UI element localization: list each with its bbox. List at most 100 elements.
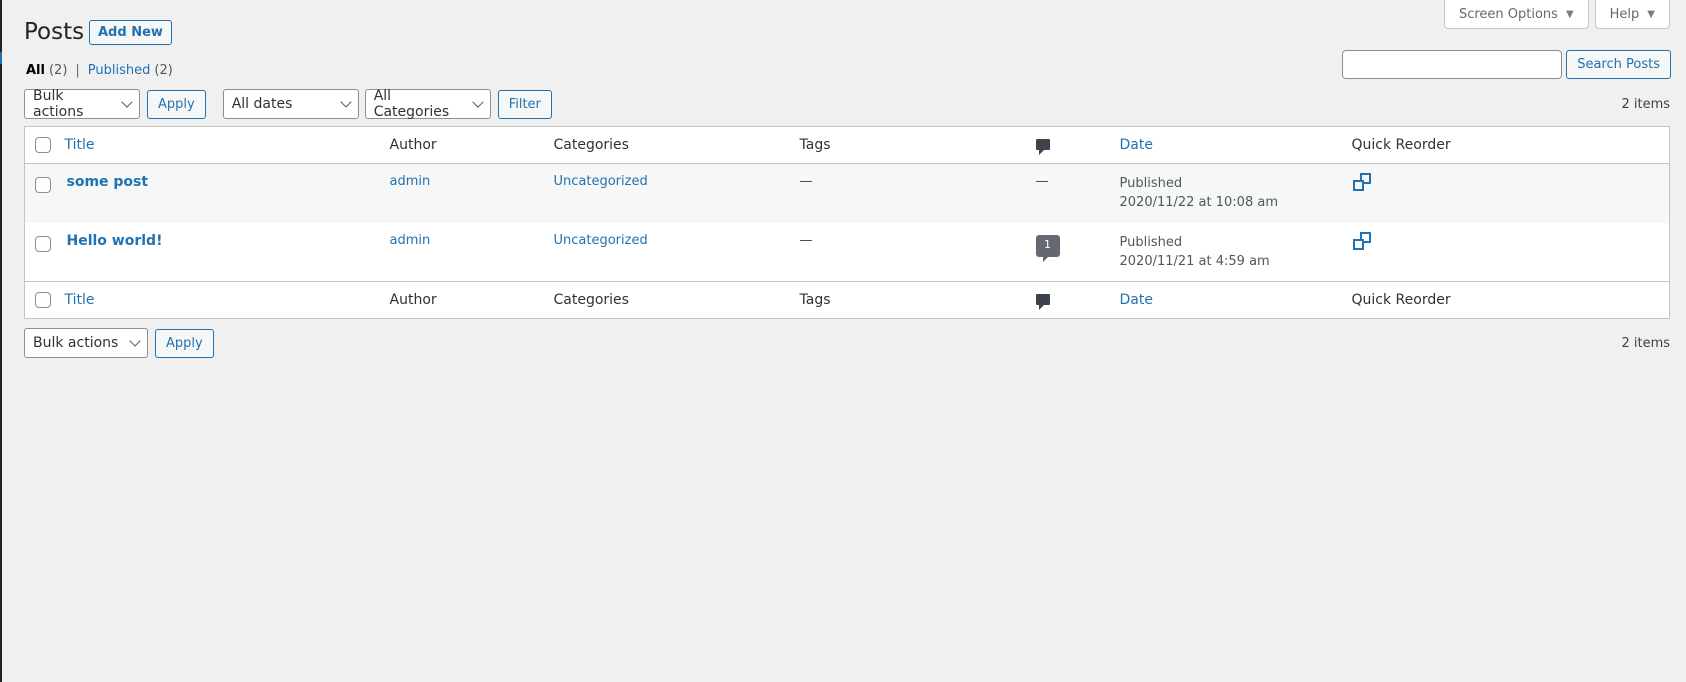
view-separator: | bbox=[75, 63, 80, 78]
row-author-cell: admin bbox=[390, 164, 554, 223]
screen-meta-links: Screen Options ▼ Help ▼ bbox=[1443, 0, 1670, 29]
column-date-footer[interactable]: Date bbox=[1120, 282, 1352, 319]
apply-button[interactable]: Apply bbox=[147, 89, 206, 119]
view-all-link[interactable]: All bbox=[26, 63, 45, 78]
column-quick-reorder: Quick Reorder bbox=[1351, 137, 1451, 153]
column-categories-footer: Categories bbox=[553, 292, 629, 308]
column-author-footer: Author bbox=[389, 292, 437, 308]
quick-reorder-icon[interactable] bbox=[1352, 172, 1372, 196]
chevron-down-icon bbox=[121, 96, 133, 108]
search-box: Search Posts bbox=[1342, 50, 1671, 79]
bulk-actions-select-bottom[interactable]: Bulk actions bbox=[24, 328, 148, 358]
items-count-bottom: 2 items bbox=[1621, 335, 1670, 351]
row-checkbox[interactable] bbox=[35, 177, 51, 193]
post-comments-value: — bbox=[1035, 174, 1049, 189]
bulk-actions-select[interactable]: Bulk actions bbox=[24, 88, 140, 120]
help-label: Help bbox=[1609, 6, 1640, 22]
row-checkbox[interactable] bbox=[35, 235, 51, 252]
search-posts-button[interactable]: Search Posts bbox=[1566, 50, 1671, 79]
apply-button-bottom[interactable]: Apply bbox=[155, 328, 214, 358]
column-date-footer-label[interactable]: Date bbox=[1120, 292, 1153, 308]
select-all-cell-footer bbox=[25, 282, 65, 319]
post-date: 2020/11/22 at 10:08 am bbox=[1119, 195, 1278, 210]
comment-count-bubble[interactable]: 1 bbox=[1035, 234, 1060, 262]
page-title: Posts bbox=[24, 19, 85, 45]
select-all-checkbox[interactable] bbox=[35, 137, 51, 153]
post-date: 2020/11/21 at 4:59 am bbox=[1119, 253, 1270, 269]
screen-options-button[interactable]: Screen Options ▼ bbox=[1443, 0, 1589, 29]
row-checkbox-cell bbox=[25, 223, 65, 282]
row-date-cell: Published 2020/11/21 at 4:59 am bbox=[1120, 223, 1352, 282]
column-author: Author bbox=[389, 137, 437, 153]
row-reorder-cell bbox=[1352, 164, 1670, 223]
select-all-checkbox-footer[interactable] bbox=[35, 292, 51, 308]
column-comments-footer bbox=[1035, 282, 1120, 319]
select-all-cell bbox=[25, 127, 65, 164]
add-new-button[interactable]: Add New bbox=[89, 20, 172, 45]
row-date-cell: Published 2020/11/22 at 10:08 am bbox=[1120, 164, 1352, 223]
post-author-link[interactable]: admin bbox=[390, 233, 431, 248]
post-title-link[interactable]: Hello world! bbox=[65, 233, 163, 249]
bulk-actions-value: Bulk actions bbox=[33, 88, 84, 120]
column-tags: Tags bbox=[799, 137, 831, 153]
column-tags-footer: Tags bbox=[799, 292, 831, 308]
post-tags-value: — bbox=[799, 174, 813, 189]
column-date-label[interactable]: Date bbox=[1120, 137, 1153, 153]
row-categories-cell: Uncategorized bbox=[554, 223, 800, 282]
categories-filter-select[interactable]: All Categories bbox=[364, 88, 491, 120]
row-tags-cell: — bbox=[800, 223, 1036, 282]
chevron-down-icon bbox=[472, 96, 484, 108]
chevron-down-icon bbox=[340, 96, 352, 108]
post-tags-value: — bbox=[799, 232, 813, 248]
table-row: some post admin Uncategorized — — Publis… bbox=[24, 163, 1670, 223]
view-published-link[interactable]: Published bbox=[88, 63, 151, 78]
dates-filter-value: All dates bbox=[231, 96, 293, 112]
column-title-footer[interactable]: Title bbox=[65, 282, 390, 319]
column-categories: Categories bbox=[553, 137, 629, 153]
search-input[interactable] bbox=[1342, 50, 1563, 79]
post-category-link[interactable]: Uncategorized bbox=[554, 174, 648, 189]
row-reorder-cell bbox=[1352, 223, 1670, 282]
post-status: Published bbox=[1119, 234, 1183, 250]
posts-table: Title Author Categories Tags Date Quick … bbox=[24, 126, 1670, 319]
column-quick-reorder-footer: Quick Reorder bbox=[1351, 292, 1451, 308]
row-title-cell: some post bbox=[65, 164, 390, 223]
post-title-link[interactable]: some post bbox=[65, 174, 149, 190]
admin-sidebar-edge bbox=[0, 0, 2, 682]
caret-down-icon: ▼ bbox=[1647, 8, 1655, 20]
filter-button[interactable]: Filter bbox=[497, 89, 552, 119]
row-comments-cell: 1 bbox=[1035, 223, 1120, 282]
categories-filter-value: All Categories bbox=[373, 88, 450, 120]
dates-filter-select[interactable]: All dates bbox=[222, 89, 359, 119]
post-category-link[interactable]: Uncategorized bbox=[554, 233, 648, 248]
table-row: Hello world! admin Uncategorized — 1 Pub… bbox=[25, 223, 1670, 282]
items-count: 2 items bbox=[1621, 96, 1670, 112]
quick-reorder-icon[interactable] bbox=[1352, 231, 1372, 255]
help-button[interactable]: Help ▼ bbox=[1594, 0, 1670, 29]
row-author-cell: admin bbox=[390, 223, 554, 282]
comment-icon bbox=[1035, 138, 1050, 155]
tablenav-bottom: Bulk actions Apply 2 items bbox=[24, 328, 1670, 358]
row-checkbox-cell bbox=[25, 164, 65, 223]
bulk-actions-value-bottom: Bulk actions bbox=[33, 335, 119, 351]
view-all-count: (2) bbox=[48, 63, 68, 78]
post-status-views: All (2) | Published (2) bbox=[26, 63, 173, 78]
table-footer-row: Title Author Categories Tags Date Quick … bbox=[24, 281, 1670, 319]
screen-options-label: Screen Options bbox=[1458, 6, 1558, 22]
column-title[interactable]: Title bbox=[65, 127, 390, 164]
row-comments-cell: — bbox=[1036, 164, 1120, 223]
chevron-down-icon bbox=[129, 335, 141, 347]
row-categories-cell: Uncategorized bbox=[554, 164, 800, 223]
view-published-count: (2) bbox=[154, 63, 173, 78]
post-status: Published bbox=[1119, 176, 1183, 191]
column-title-label[interactable]: Title bbox=[65, 137, 95, 153]
column-date[interactable]: Date bbox=[1120, 127, 1352, 164]
row-tags-cell: — bbox=[800, 164, 1036, 223]
table-header-row: Title Author Categories Tags Date Quick … bbox=[24, 127, 1670, 164]
caret-down-icon: ▼ bbox=[1565, 8, 1574, 20]
row-title-cell: Hello world! bbox=[65, 223, 390, 282]
column-title-footer-label[interactable]: Title bbox=[65, 292, 95, 308]
comment-icon bbox=[1035, 293, 1050, 310]
post-author-link[interactable]: admin bbox=[390, 174, 431, 189]
column-comments bbox=[1035, 127, 1120, 164]
